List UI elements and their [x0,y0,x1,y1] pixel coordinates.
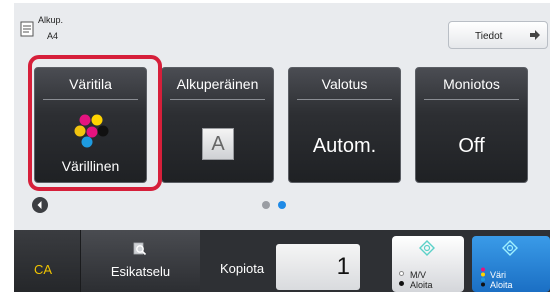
arrow-right-icon [530,30,540,40]
copy-screen: Alkup. A4 Tiedot Väritila Värillinen Alk… [14,3,550,292]
copies-input[interactable]: 1 [276,244,360,290]
tile-divider [170,99,265,100]
tile-original[interactable]: Alkuperäinen A [161,67,274,183]
magnifier-icon [133,242,147,256]
tile-value: A [202,128,234,160]
bw-mode-marker [399,271,404,276]
color-mode-label: Väri [490,270,507,280]
copies-value: 1 [336,253,350,280]
bw-start-label: Aloita [410,280,433,290]
tile-divider [297,99,392,100]
tile-multi-shot[interactable]: Moniotos Off [415,67,528,183]
original-size-indicator: Alkup. A4 [20,11,170,47]
bw-mode-label: M/V [410,270,427,280]
color-start-button[interactable]: Väri Aloita [472,236,550,292]
bw-start-marker [399,281,404,286]
clear-all-button[interactable]: CA [14,230,80,292]
original-size-value: A4 [47,31,59,41]
copies-label: Kopiota [220,261,265,276]
start-diamond-icon [502,240,518,256]
page-dot-1[interactable] [262,201,270,209]
original-doc-icon [20,21,34,37]
color-dots-icon [481,267,485,287]
bw-start-button[interactable]: M/V Aloita [392,236,464,292]
tile-divider [424,99,519,100]
info-button-label: Tiedot [475,31,503,42]
selected-tile-highlight [28,55,162,191]
preview-button[interactable]: Esikatselu [80,230,200,292]
clear-all-label: CA [34,262,53,277]
original-label: Alkup. [38,15,64,25]
tile-title: Valotus [321,76,368,92]
bottom-bar: CA Esikatselu Kopiota 1 M/V Aloita Väri … [14,230,550,292]
color-start-label: Aloita [490,280,513,290]
page-dot-2-active[interactable] [278,201,286,209]
tile-title: Moniotos [443,76,500,92]
tile-exposure[interactable]: Valotus Autom. [288,67,401,183]
chevron-left-icon [37,201,42,209]
scroll-left-button[interactable] [32,197,48,213]
tile-value: Off [458,135,485,157]
tile-title: Alkuperäinen [176,76,259,92]
info-button[interactable]: Tiedot [448,21,548,49]
start-diamond-icon [419,240,435,256]
tile-value: Autom. [312,135,377,157]
preview-label: Esikatselu [110,264,171,279]
